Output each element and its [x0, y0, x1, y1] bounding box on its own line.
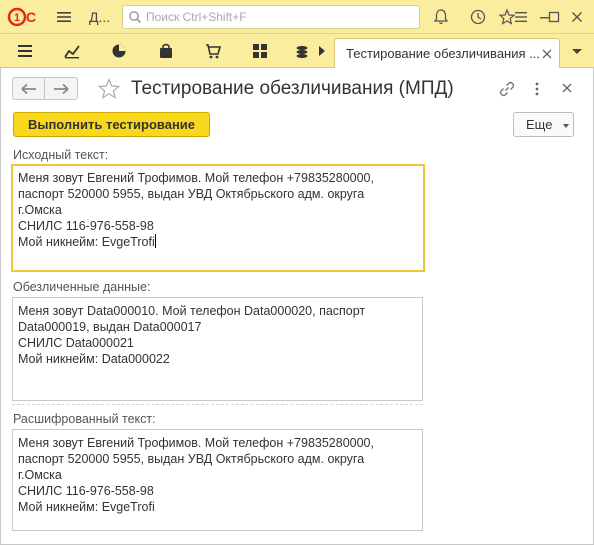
search-placeholder: Поиск Ctrl+Shift+F — [146, 10, 247, 24]
link-icon[interactable] — [498, 80, 516, 98]
more-actions-label: Еще — [526, 117, 553, 132]
main-menu-icon[interactable] — [56, 9, 72, 25]
anonymized-data-field[interactable]: Меня зовут Data000010. Мой телефон Data0… — [12, 297, 423, 401]
form-close-icon[interactable] — [562, 83, 572, 93]
tab-close-icon[interactable] — [542, 49, 552, 59]
1c-logo-icon[interactable]: 1 С — [7, 7, 39, 27]
forward-button[interactable] — [45, 77, 78, 100]
source-text-label: Исходный текст: — [13, 148, 109, 162]
pie-icon[interactable] — [111, 43, 127, 59]
decoded-line: СНИЛС 116-976-558-98 — [18, 484, 154, 498]
arrow-left-icon — [21, 83, 36, 95]
add-to-favorites-star-icon[interactable] — [97, 77, 121, 101]
tab-anonymization-test[interactable]: Тестирование обезличивания ... — [334, 38, 560, 68]
maximize-icon[interactable] — [545, 8, 563, 26]
app-name[interactable]: Д... — [89, 9, 110, 25]
anon-line: Мой никнейм: Data000022 — [18, 352, 170, 366]
source-line: паспорт 520000 5955, выдан УВД Октябрьск… — [18, 187, 365, 201]
anon-line: Data000019, выдан Data000017 — [18, 320, 202, 334]
coins-icon[interactable] — [296, 43, 308, 59]
more-vertical-icon[interactable] — [532, 80, 542, 98]
more-actions-button[interactable]: Еще — [513, 112, 574, 137]
decoded-line: Мой никнейм: EvgeTrofi — [18, 500, 155, 514]
decoded-line: г.Омска — [18, 468, 62, 482]
search-input[interactable]: Поиск Ctrl+Shift+F — [122, 5, 420, 29]
tab-title: Тестирование обезличивания ... — [346, 46, 540, 61]
menu-lines-icon[interactable] — [512, 8, 530, 26]
source-line: СНИЛС 116-976-558-98 — [18, 219, 154, 233]
anonymized-data-label: Обезличенные данные: — [13, 280, 151, 294]
arrow-right-icon — [54, 83, 69, 95]
decoded-text-field[interactable]: Меня зовут Евгений Трофимов. Мой телефон… — [12, 429, 423, 531]
svg-text:С: С — [26, 9, 36, 25]
anon-line: Меня зовут Data000010. Мой телефон Data0… — [18, 304, 366, 318]
anon-line: СНИЛС Data000021 — [18, 336, 134, 350]
page-title: Тестирование обезличивания (МПД) — [131, 78, 454, 99]
close-icon[interactable] — [568, 8, 586, 26]
grid-icon[interactable] — [252, 43, 268, 59]
list-icon[interactable] — [17, 43, 33, 59]
bag-icon[interactable] — [158, 43, 174, 59]
source-line: Мой никнейм: EvgeTrofi — [18, 235, 155, 249]
chart-icon[interactable] — [64, 43, 80, 59]
tabs-scroll-right-icon[interactable] — [310, 34, 334, 68]
source-line-last: Мой никнейм: EvgeTrofi — [18, 234, 418, 250]
title-bar: 1 С Д... Поиск Ctrl+Shift+F — [0, 0, 594, 34]
chevron-down-icon — [563, 124, 569, 128]
run-test-button[interactable]: Выполнить тестирование — [13, 112, 210, 137]
svg-text:1: 1 — [14, 12, 20, 24]
source-text-field[interactable]: Меня зовут Евгений Трофимов. Мой телефон… — [11, 164, 425, 272]
text-cursor — [154, 234, 156, 248]
decoded-line: Меня зовут Евгений Трофимов. Мой телефон… — [18, 436, 374, 450]
tabs-list-dropdown-icon[interactable] — [562, 34, 592, 68]
decoded-line: паспорт 520000 5955, выдан УВД Октябрьск… — [18, 452, 365, 466]
source-line: г.Омска — [18, 203, 62, 217]
splitter[interactable] — [12, 404, 423, 405]
decoded-text-label: Расшифрованный текст: — [13, 412, 156, 426]
cart-icon[interactable] — [205, 43, 221, 59]
source-line: Меня зовут Евгений Трофимов. Мой телефон… — [18, 171, 374, 185]
back-button[interactable] — [12, 77, 45, 100]
bell-icon[interactable] — [432, 8, 450, 26]
history-icon[interactable] — [469, 8, 487, 26]
search-icon — [129, 11, 142, 24]
